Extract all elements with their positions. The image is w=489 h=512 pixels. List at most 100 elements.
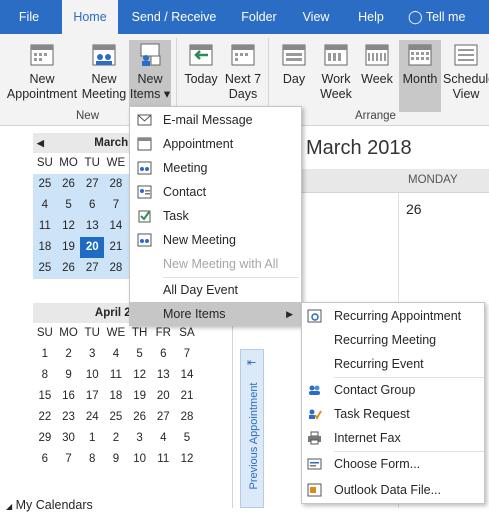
- calendar-day[interactable]: 18: [33, 237, 57, 258]
- calendar-day[interactable]: 4: [33, 195, 57, 216]
- menu-choose-form[interactable]: Choose Form...: [302, 452, 484, 476]
- calendar-day[interactable]: 14: [104, 216, 128, 237]
- calendar-day[interactable]: 3: [128, 428, 152, 449]
- next-7-days-button[interactable]: Next 7 Days: [224, 40, 262, 112]
- menu-all-day-event[interactable]: All Day Event: [130, 278, 301, 302]
- menu-appointment[interactable]: Appointment: [130, 132, 301, 156]
- week-button[interactable]: Week: [358, 40, 396, 112]
- calendar-day[interactable]: 10: [80, 365, 104, 386]
- calendar-day[interactable]: 12: [56, 216, 81, 237]
- calendar-day[interactable]: 3: [80, 344, 104, 365]
- tab-home[interactable]: Home: [62, 0, 118, 35]
- calendar-day[interactable]: 6: [151, 344, 175, 365]
- calendar-day[interactable]: 26: [56, 258, 81, 279]
- calendar-day[interactable]: 29: [33, 428, 57, 449]
- menu-recurring-event[interactable]: Recurring Event: [302, 352, 484, 376]
- calendar-day[interactable]: 11: [151, 449, 175, 470]
- calendar-day[interactable]: 7: [104, 195, 128, 216]
- calendar-day[interactable]: 5: [175, 428, 199, 449]
- calendar-day[interactable]: 27: [80, 258, 105, 279]
- menu-contact[interactable]: Contact: [130, 180, 301, 204]
- calendar-day[interactable]: 14: [175, 365, 199, 386]
- calendar-day[interactable]: 11: [33, 216, 57, 237]
- my-calendars-header[interactable]: ◢ My Calendars: [6, 498, 93, 512]
- previous-appointment-button[interactable]: ⇤ Previous Appointment: [240, 349, 264, 508]
- calendar-day[interactable]: 25: [104, 407, 128, 428]
- calendar-day[interactable]: 6: [33, 449, 57, 470]
- tab-file[interactable]: File: [0, 0, 58, 34]
- calendar-day[interactable]: 15: [33, 386, 57, 407]
- new-items-button[interactable]: New Items ▾: [129, 40, 171, 112]
- calendar-day[interactable]: 8: [80, 449, 104, 470]
- calendar-day[interactable]: 24: [80, 407, 104, 428]
- calendar-day[interactable]: 23: [57, 407, 81, 428]
- tab-help[interactable]: Help: [348, 0, 394, 34]
- calendar-day[interactable]: 2: [57, 344, 81, 365]
- calendar-day[interactable]: 2: [104, 428, 128, 449]
- new-meeting-button[interactable]: New Meeting: [80, 40, 128, 112]
- calendar-day[interactable]: 18: [104, 386, 128, 407]
- calendar-day[interactable]: 12: [175, 449, 199, 470]
- new-appointment-button[interactable]: New Appointment: [4, 40, 80, 112]
- calendar-day[interactable]: 30: [57, 428, 81, 449]
- calendar-day[interactable]: 5: [56, 195, 81, 216]
- menu-task[interactable]: Task: [130, 204, 301, 228]
- calendar-day[interactable]: 26: [56, 174, 81, 195]
- menu-more-items[interactable]: More Items ▶: [130, 302, 301, 326]
- calendar-day[interactable]: 1: [33, 344, 57, 365]
- tab-view[interactable]: View: [294, 0, 338, 34]
- calendar-day[interactable]: 6: [80, 195, 105, 216]
- menu-task-request[interactable]: Task Request: [302, 402, 484, 426]
- work-week-button[interactable]: Work Week: [316, 40, 356, 112]
- calendar-day[interactable]: 25: [33, 258, 57, 279]
- calendar-day[interactable]: 9: [104, 449, 128, 470]
- calendar-day[interactable]: 25: [33, 174, 57, 195]
- menu-recurring-appointment[interactable]: Recurring Appointment: [302, 304, 484, 328]
- calendar-day[interactable]: 10: [128, 449, 152, 470]
- calendar-day[interactable]: 17: [80, 386, 104, 407]
- prev-month-icon[interactable]: ◀: [37, 133, 44, 153]
- menu-meeting[interactable]: Meeting: [130, 156, 301, 180]
- calendar-day[interactable]: 16: [57, 386, 81, 407]
- today-button[interactable]: Today: [180, 40, 222, 112]
- calendar-day[interactable]: 13: [151, 365, 175, 386]
- menu-new-meeting[interactable]: New Meeting: [130, 228, 301, 252]
- menu-email-message[interactable]: E-mail Message: [130, 108, 301, 132]
- calendar-day[interactable]: 4: [104, 344, 128, 365]
- menu-contact-group[interactable]: Contact Group: [302, 378, 484, 402]
- calendar-day[interactable]: 7: [175, 344, 199, 365]
- calendar-day-today[interactable]: 20: [80, 237, 105, 258]
- calendar-day[interactable]: 7: [57, 449, 81, 470]
- calendar-day[interactable]: 26: [128, 407, 152, 428]
- calendar-day[interactable]: 28: [104, 174, 128, 195]
- tab-folder[interactable]: Folder: [232, 0, 286, 34]
- calendar-day[interactable]: 4: [151, 428, 175, 449]
- tell-me-box[interactable]: ◯ Tell me wha: [408, 0, 489, 58]
- menu-new-meeting-with-all[interactable]: New Meeting with All: [130, 252, 301, 276]
- calendar-day[interactable]: 9: [57, 365, 81, 386]
- calendar-day[interactable]: 27: [151, 407, 175, 428]
- day-number[interactable]: 26: [406, 201, 422, 217]
- menu-recurring-meeting[interactable]: Recurring Meeting: [302, 328, 484, 352]
- calendar-day[interactable]: 12: [128, 365, 152, 386]
- menu-outlook-data-file[interactable]: Outlook Data File...: [302, 478, 484, 502]
- calendar-day[interactable]: 28: [175, 407, 199, 428]
- calendar-day[interactable]: 5: [128, 344, 152, 365]
- calendar-day[interactable]: 22: [33, 407, 57, 428]
- calendar-day[interactable]: 1: [80, 428, 104, 449]
- calendar-day[interactable]: 27: [80, 174, 105, 195]
- calendar-day[interactable]: 20: [151, 386, 175, 407]
- calendar-day[interactable]: 13: [80, 216, 105, 237]
- calendar-day[interactable]: 19: [128, 386, 152, 407]
- calendar-day[interactable]: 21: [175, 386, 199, 407]
- menu-internet-fax[interactable]: Internet Fax: [302, 426, 484, 450]
- calendar-day[interactable]: 21: [104, 237, 128, 258]
- month-button[interactable]: Month: [399, 40, 441, 112]
- tab-send-receive[interactable]: Send / Receive: [126, 0, 222, 34]
- calendar-day[interactable]: 11: [104, 365, 128, 386]
- calendar-day[interactable]: 28: [104, 258, 128, 279]
- calendar-day[interactable]: 8: [33, 365, 57, 386]
- schedule-view-button[interactable]: Schedule View: [443, 40, 489, 112]
- calendar-day[interactable]: 19: [56, 237, 81, 258]
- day-view-button[interactable]: Day: [278, 40, 310, 112]
